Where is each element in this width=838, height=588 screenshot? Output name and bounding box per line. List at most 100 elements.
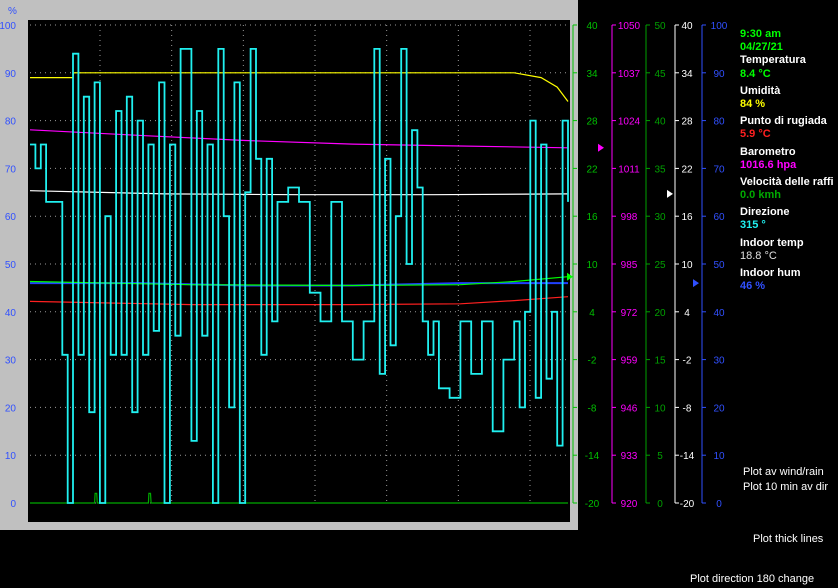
- direction-tick-label: 80: [713, 117, 725, 128]
- percent-tick-label: 60: [5, 212, 17, 223]
- barometer-tick-label: 1011: [618, 164, 640, 175]
- plot-area: [28, 20, 570, 522]
- percent-tick-label: 0: [10, 499, 16, 510]
- barometer-tick-label: 985: [621, 260, 638, 271]
- temperature-tick-label: -20: [585, 499, 600, 510]
- x-tick-label: 02:44:01: [152, 511, 191, 522]
- x-tick-label: 08:41:18: [511, 511, 550, 522]
- indoor_temp-tick-label: 4: [684, 308, 690, 319]
- wind-tick-label: 45: [654, 69, 666, 80]
- gust-label: Velocità delle raffi: [740, 175, 834, 188]
- direction-tick-label: 30: [713, 356, 725, 367]
- plot-av-wind-rain-option[interactable]: Plot av wind/rain: [743, 466, 824, 478]
- wind-tick-label: 40: [654, 117, 666, 128]
- plot-direction-180-option[interactable]: Plot direction 180 change: [690, 573, 814, 585]
- direction-value: 315 °: [740, 219, 766, 232]
- readout-date: 04/27/21: [740, 41, 783, 54]
- barometer-tick-label: 972: [621, 308, 638, 319]
- temperature-value: 8.4 °C: [740, 67, 771, 80]
- wind-tick-label: 25: [654, 260, 666, 271]
- temperature-tick-label: 22: [586, 164, 598, 175]
- temperature-tick-label: -14: [585, 451, 600, 462]
- wind-tick-label: 0: [657, 499, 663, 510]
- dewpoint-label: Punto di rugiada: [740, 115, 827, 128]
- readout-time: 9:30 am: [740, 28, 781, 40]
- indoor_temp-tick-label: 28: [681, 117, 693, 128]
- indoor_temp-tick-label: -8: [683, 403, 692, 414]
- temperature-tick-label: 16: [586, 212, 598, 223]
- temperature-tick-label: -2: [588, 356, 597, 367]
- indoor-hum-label: Indoor hum: [740, 267, 801, 279]
- direction-tick-label: 20: [713, 403, 725, 414]
- x-tick-label: 03:55:31: [224, 511, 263, 522]
- direction-tick-label: 70: [713, 164, 725, 175]
- temperature-tick-label: 4: [589, 308, 595, 319]
- direction-tick-label: 90: [713, 69, 725, 80]
- barometer-label: Barometro: [740, 145, 796, 158]
- wind-tick-label: 35: [654, 164, 666, 175]
- percent-tick-label: 90: [5, 69, 17, 80]
- barometer-tick-label: 946: [621, 403, 638, 414]
- percent-tick-label: 20: [5, 403, 17, 414]
- barometer-value: 1016.6 hpa: [740, 158, 797, 171]
- barometer-tick-label: 998: [621, 212, 638, 223]
- percent-tick-label: 80: [5, 117, 17, 128]
- temperature-tick-label: -8: [588, 403, 597, 414]
- indoor-temp-value: 18.8 °C: [740, 249, 777, 262]
- indoor-hum-value: 46 %: [740, 280, 766, 293]
- direction-tick-label: 40: [713, 308, 725, 319]
- current-readout-panel: 9:30 am 04/27/21 Temperatura 8.4 °C Umid…: [740, 28, 838, 293]
- temperature-tick-label: 34: [586, 69, 598, 80]
- direction-label: Direzione: [740, 206, 790, 219]
- temperature-tick-label: 40: [586, 21, 598, 32]
- indoor-hum-marker: [693, 279, 699, 288]
- indoor_temp-tick-label: 22: [681, 164, 693, 175]
- indoor_temp-tick-label: 34: [681, 69, 693, 80]
- indoor_temp-tick-label: -2: [683, 356, 692, 367]
- plot-thick-lines-option[interactable]: Plot thick lines: [753, 533, 823, 545]
- plot-10min-av-dir-option[interactable]: Plot 10 min av dir: [743, 481, 828, 493]
- wind-tick-label: 20: [654, 308, 666, 319]
- weather-chart: 01:32:46 02:44:01 03:55:31 05:07:04 06:18:35…: [0, 0, 728, 530]
- direction-tick-label: 0: [716, 499, 722, 510]
- x-tick-label: 05:07:04: [296, 511, 335, 522]
- humidity-value: 84 %: [740, 97, 766, 110]
- indoor_temp-tick-label: 16: [681, 212, 693, 223]
- x-tick-label: 07:29:48: [439, 511, 478, 522]
- wind-tick-label: 30: [654, 212, 666, 223]
- percent-tick-label: 50: [5, 260, 17, 271]
- x-tick-label: 06:18:35: [367, 511, 406, 522]
- barometer-tick-label: 1024: [618, 117, 641, 128]
- percent-tick-label: 10: [5, 451, 17, 462]
- indoor_temp-tick-label: 40: [681, 21, 693, 32]
- temperature-tick-label: 28: [586, 117, 598, 128]
- percent-tick-label: 40: [5, 308, 17, 319]
- barometer-tick-label: 959: [621, 356, 638, 367]
- indoor_temp-tick-label: 10: [681, 260, 693, 271]
- direction-tick-label: 100: [711, 21, 728, 32]
- humidity-label: Umidità: [740, 84, 781, 97]
- indoor_temp-tick-label: -20: [680, 499, 695, 510]
- gust-value: 0.0 kmh: [740, 189, 781, 202]
- wind-tick-label: 15: [654, 356, 666, 367]
- barometer-marker: [598, 143, 604, 152]
- wind-tick-label: 10: [654, 403, 666, 414]
- wind-tick-label: 5: [657, 451, 663, 462]
- indoor-temp-marker: [667, 189, 673, 198]
- x-tick-label: 01:32:46: [81, 511, 120, 522]
- percent-tick-label: 100: [0, 21, 16, 32]
- direction-tick-label: 50: [713, 260, 725, 271]
- indoor-temp-label: Indoor temp: [740, 236, 804, 249]
- barometer-tick-label: 1050: [618, 21, 641, 32]
- indoor_temp-tick-label: -14: [680, 451, 695, 462]
- direction-tick-label: 60: [713, 212, 725, 223]
- percent-tick-label: 70: [5, 164, 17, 175]
- temperature-tick-label: 10: [586, 260, 598, 271]
- barometer-tick-label: 933: [621, 451, 638, 462]
- direction-tick-label: 10: [713, 451, 725, 462]
- percent-axis-label: %: [8, 6, 17, 17]
- barometer-tick-label: 920: [621, 499, 638, 510]
- dewpoint-value: 5.9 °C: [740, 128, 771, 141]
- temperature-label: Temperatura: [740, 54, 806, 67]
- percent-tick-label: 30: [5, 356, 17, 367]
